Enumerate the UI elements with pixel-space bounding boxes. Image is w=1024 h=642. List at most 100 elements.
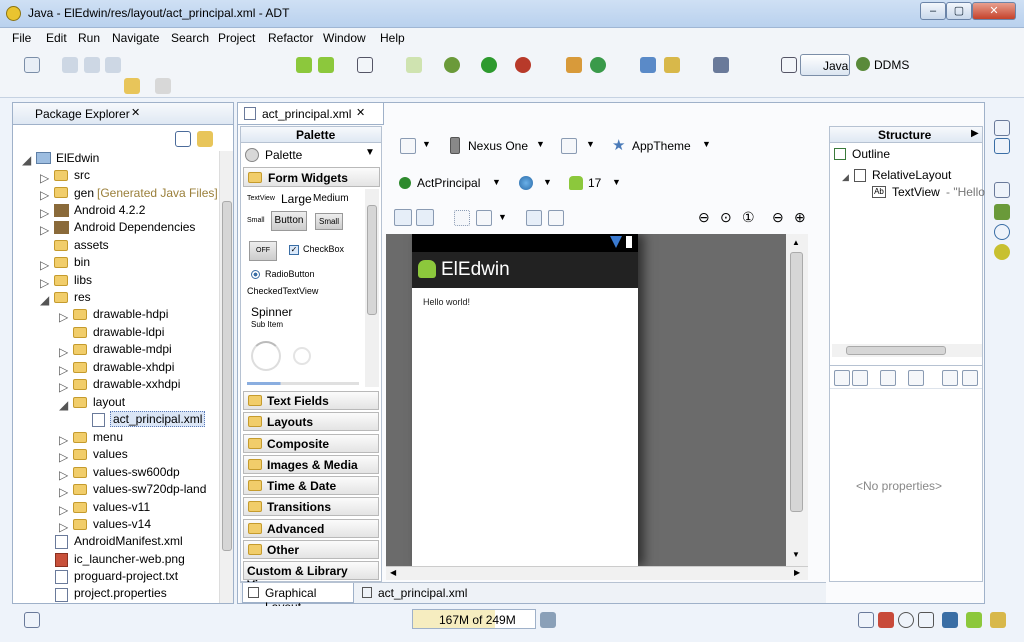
console-icon[interactable] bbox=[918, 612, 934, 628]
tree-item-values-sw720dp-land[interactable]: values-sw720dp-land bbox=[93, 482, 206, 496]
scroll-up-icon[interactable]: ▲ bbox=[792, 238, 800, 247]
forward-icon[interactable] bbox=[155, 78, 171, 94]
pin-icon[interactable] bbox=[713, 57, 729, 73]
tree-item-assets[interactable]: assets bbox=[74, 238, 109, 252]
tree-item-project-properties[interactable]: project.properties bbox=[74, 586, 167, 600]
java-perspective-button[interactable]: Java bbox=[800, 54, 850, 76]
widget-large-text[interactable]: Large bbox=[281, 192, 312, 206]
run-icon[interactable] bbox=[481, 57, 497, 73]
menu-project[interactable]: Project bbox=[218, 31, 255, 45]
tab-graphical-layout[interactable]: Graphical Layout bbox=[242, 583, 354, 614]
expand-icon[interactable]: ▷ bbox=[59, 380, 68, 394]
checkbox-icon[interactable]: ✓ bbox=[289, 245, 299, 255]
widget-spinner[interactable]: Spinner bbox=[251, 305, 292, 319]
new-java-project-icon[interactable] bbox=[566, 57, 582, 73]
widget-small-button[interactable]: Small bbox=[315, 213, 343, 230]
outline-view-icon[interactable] bbox=[994, 138, 1010, 154]
margins-icon[interactable] bbox=[454, 210, 470, 226]
tree-item-values-v14[interactable]: values-v14 bbox=[93, 517, 151, 531]
expand-icon[interactable]: ▷ bbox=[59, 310, 68, 324]
new-class-icon[interactable] bbox=[590, 57, 606, 73]
widget-toggle[interactable]: OFF bbox=[249, 241, 277, 261]
collapse-icon[interactable]: ◢ bbox=[59, 398, 68, 412]
fit-height-icon[interactable] bbox=[416, 209, 434, 226]
maximize-button[interactable]: ▢ bbox=[946, 2, 972, 20]
widget-textview-small-label[interactable]: TextView bbox=[247, 195, 275, 202]
widget-radio-label[interactable]: RadioButton bbox=[265, 269, 315, 279]
canvas-hscroll[interactable]: ◀ ▶ bbox=[386, 566, 808, 580]
expand-icon[interactable]: ▷ bbox=[40, 171, 49, 185]
restore-icon[interactable] bbox=[994, 182, 1010, 198]
save-icon[interactable] bbox=[62, 57, 78, 73]
chevron-down-icon[interactable]: ▼ bbox=[422, 139, 431, 149]
outline-child-item[interactable]: TextView bbox=[892, 185, 940, 199]
external-tools-icon[interactable] bbox=[515, 57, 531, 73]
progress-medium-icon[interactable] bbox=[293, 347, 311, 365]
tree-item-res[interactable]: res bbox=[74, 290, 91, 304]
menu-file[interactable]: File bbox=[12, 31, 31, 45]
widget-medium-text[interactable]: Medium bbox=[313, 193, 349, 204]
expand-icon[interactable]: ▷ bbox=[59, 468, 68, 482]
menu-navigate[interactable]: Navigate bbox=[112, 31, 159, 45]
expand-icon[interactable]: ▷ bbox=[59, 485, 68, 499]
palette-category-custom[interactable]: Custom & Library Views bbox=[243, 561, 379, 592]
menu-search[interactable]: Search bbox=[171, 31, 209, 45]
filter-icon[interactable] bbox=[852, 370, 868, 386]
scroll-right-icon[interactable]: ▶ bbox=[794, 568, 800, 577]
tree-item-src[interactable]: src bbox=[74, 168, 90, 182]
form-widgets-category[interactable]: Form Widgets bbox=[243, 167, 380, 187]
palette-category-composite[interactable]: Composite bbox=[243, 434, 379, 453]
at-icon[interactable] bbox=[898, 612, 914, 628]
palette-scrollbar[interactable] bbox=[365, 189, 379, 387]
palette-category-other[interactable]: Other bbox=[243, 540, 379, 559]
menu-help[interactable]: Help bbox=[380, 31, 405, 45]
hello-textview[interactable]: Hello world! bbox=[423, 297, 470, 307]
monitor-icon[interactable] bbox=[942, 612, 958, 628]
sort-az-icon[interactable] bbox=[880, 370, 896, 386]
minimize-button[interactable]: – bbox=[920, 2, 946, 20]
tree-item-menu[interactable]: menu bbox=[93, 430, 123, 444]
expand-all-icon[interactable] bbox=[942, 370, 958, 386]
debug-icon[interactable] bbox=[444, 57, 460, 73]
new-icon[interactable] bbox=[24, 57, 40, 73]
widget-checkbox-label[interactable]: CheckBox bbox=[303, 244, 344, 254]
restore-icon[interactable] bbox=[994, 120, 1010, 136]
sdk-manager-icon[interactable] bbox=[296, 57, 312, 73]
outline-root-item[interactable]: RelativeLayout bbox=[872, 168, 951, 182]
memory-indicator[interactable]: 167M of 249M bbox=[412, 609, 536, 629]
scrollbar-thumb[interactable] bbox=[367, 205, 377, 315]
radio-icon[interactable] bbox=[251, 270, 260, 279]
tree-item-drawable-xxhdpi[interactable]: drawable-xxhdpi bbox=[93, 377, 180, 391]
back-icon[interactable] bbox=[124, 78, 140, 94]
tree-item-drawable-ldpi[interactable]: drawable-ldpi bbox=[93, 325, 164, 339]
expand-icon[interactable]: ▷ bbox=[59, 503, 68, 517]
palette-category-time-date[interactable]: Time & Date bbox=[243, 476, 379, 495]
chevron-down-icon[interactable]: ▼ bbox=[702, 139, 711, 149]
palette-selector[interactable]: Palette ▼ bbox=[243, 145, 379, 165]
menu-window[interactable]: Window bbox=[323, 31, 366, 45]
collapse-icon[interactable]: ◢ bbox=[842, 172, 849, 183]
collapse-icon[interactable]: ◢ bbox=[40, 293, 49, 307]
expand-icon[interactable]: ▷ bbox=[40, 188, 49, 202]
expand-icon[interactable]: ▷ bbox=[59, 450, 68, 464]
scrollbar-thumb[interactable] bbox=[846, 346, 946, 355]
expand-icon[interactable]: ▷ bbox=[59, 345, 68, 359]
expand-icon[interactable]: ▷ bbox=[59, 363, 68, 377]
chevron-down-icon[interactable]: ▼ bbox=[498, 212, 507, 222]
tree-item-values-v11[interactable]: values-v11 bbox=[93, 500, 150, 514]
activity-selector[interactable]: ActPrincipal bbox=[417, 176, 480, 190]
tree-item-gen[interactable]: gen bbox=[74, 186, 94, 200]
widget-button[interactable]: Button bbox=[271, 211, 307, 231]
menu-run[interactable]: Run bbox=[78, 31, 100, 45]
chevron-down-icon[interactable]: ▼ bbox=[543, 177, 552, 187]
zoom-fit-icon[interactable]: ⊙ bbox=[720, 209, 732, 226]
palette-category-text-fields[interactable]: Text Fields bbox=[243, 391, 379, 410]
outline-hscroll[interactable] bbox=[832, 344, 982, 357]
avd-manager-icon[interactable] bbox=[318, 57, 334, 73]
status-icon-1[interactable] bbox=[858, 612, 874, 628]
distribute-icon[interactable] bbox=[476, 210, 492, 226]
trash-icon[interactable] bbox=[540, 612, 556, 628]
collapse-all-icon[interactable] bbox=[962, 370, 978, 386]
close-button[interactable]: ✕ bbox=[972, 2, 1016, 20]
tasks-icon[interactable] bbox=[966, 612, 982, 628]
